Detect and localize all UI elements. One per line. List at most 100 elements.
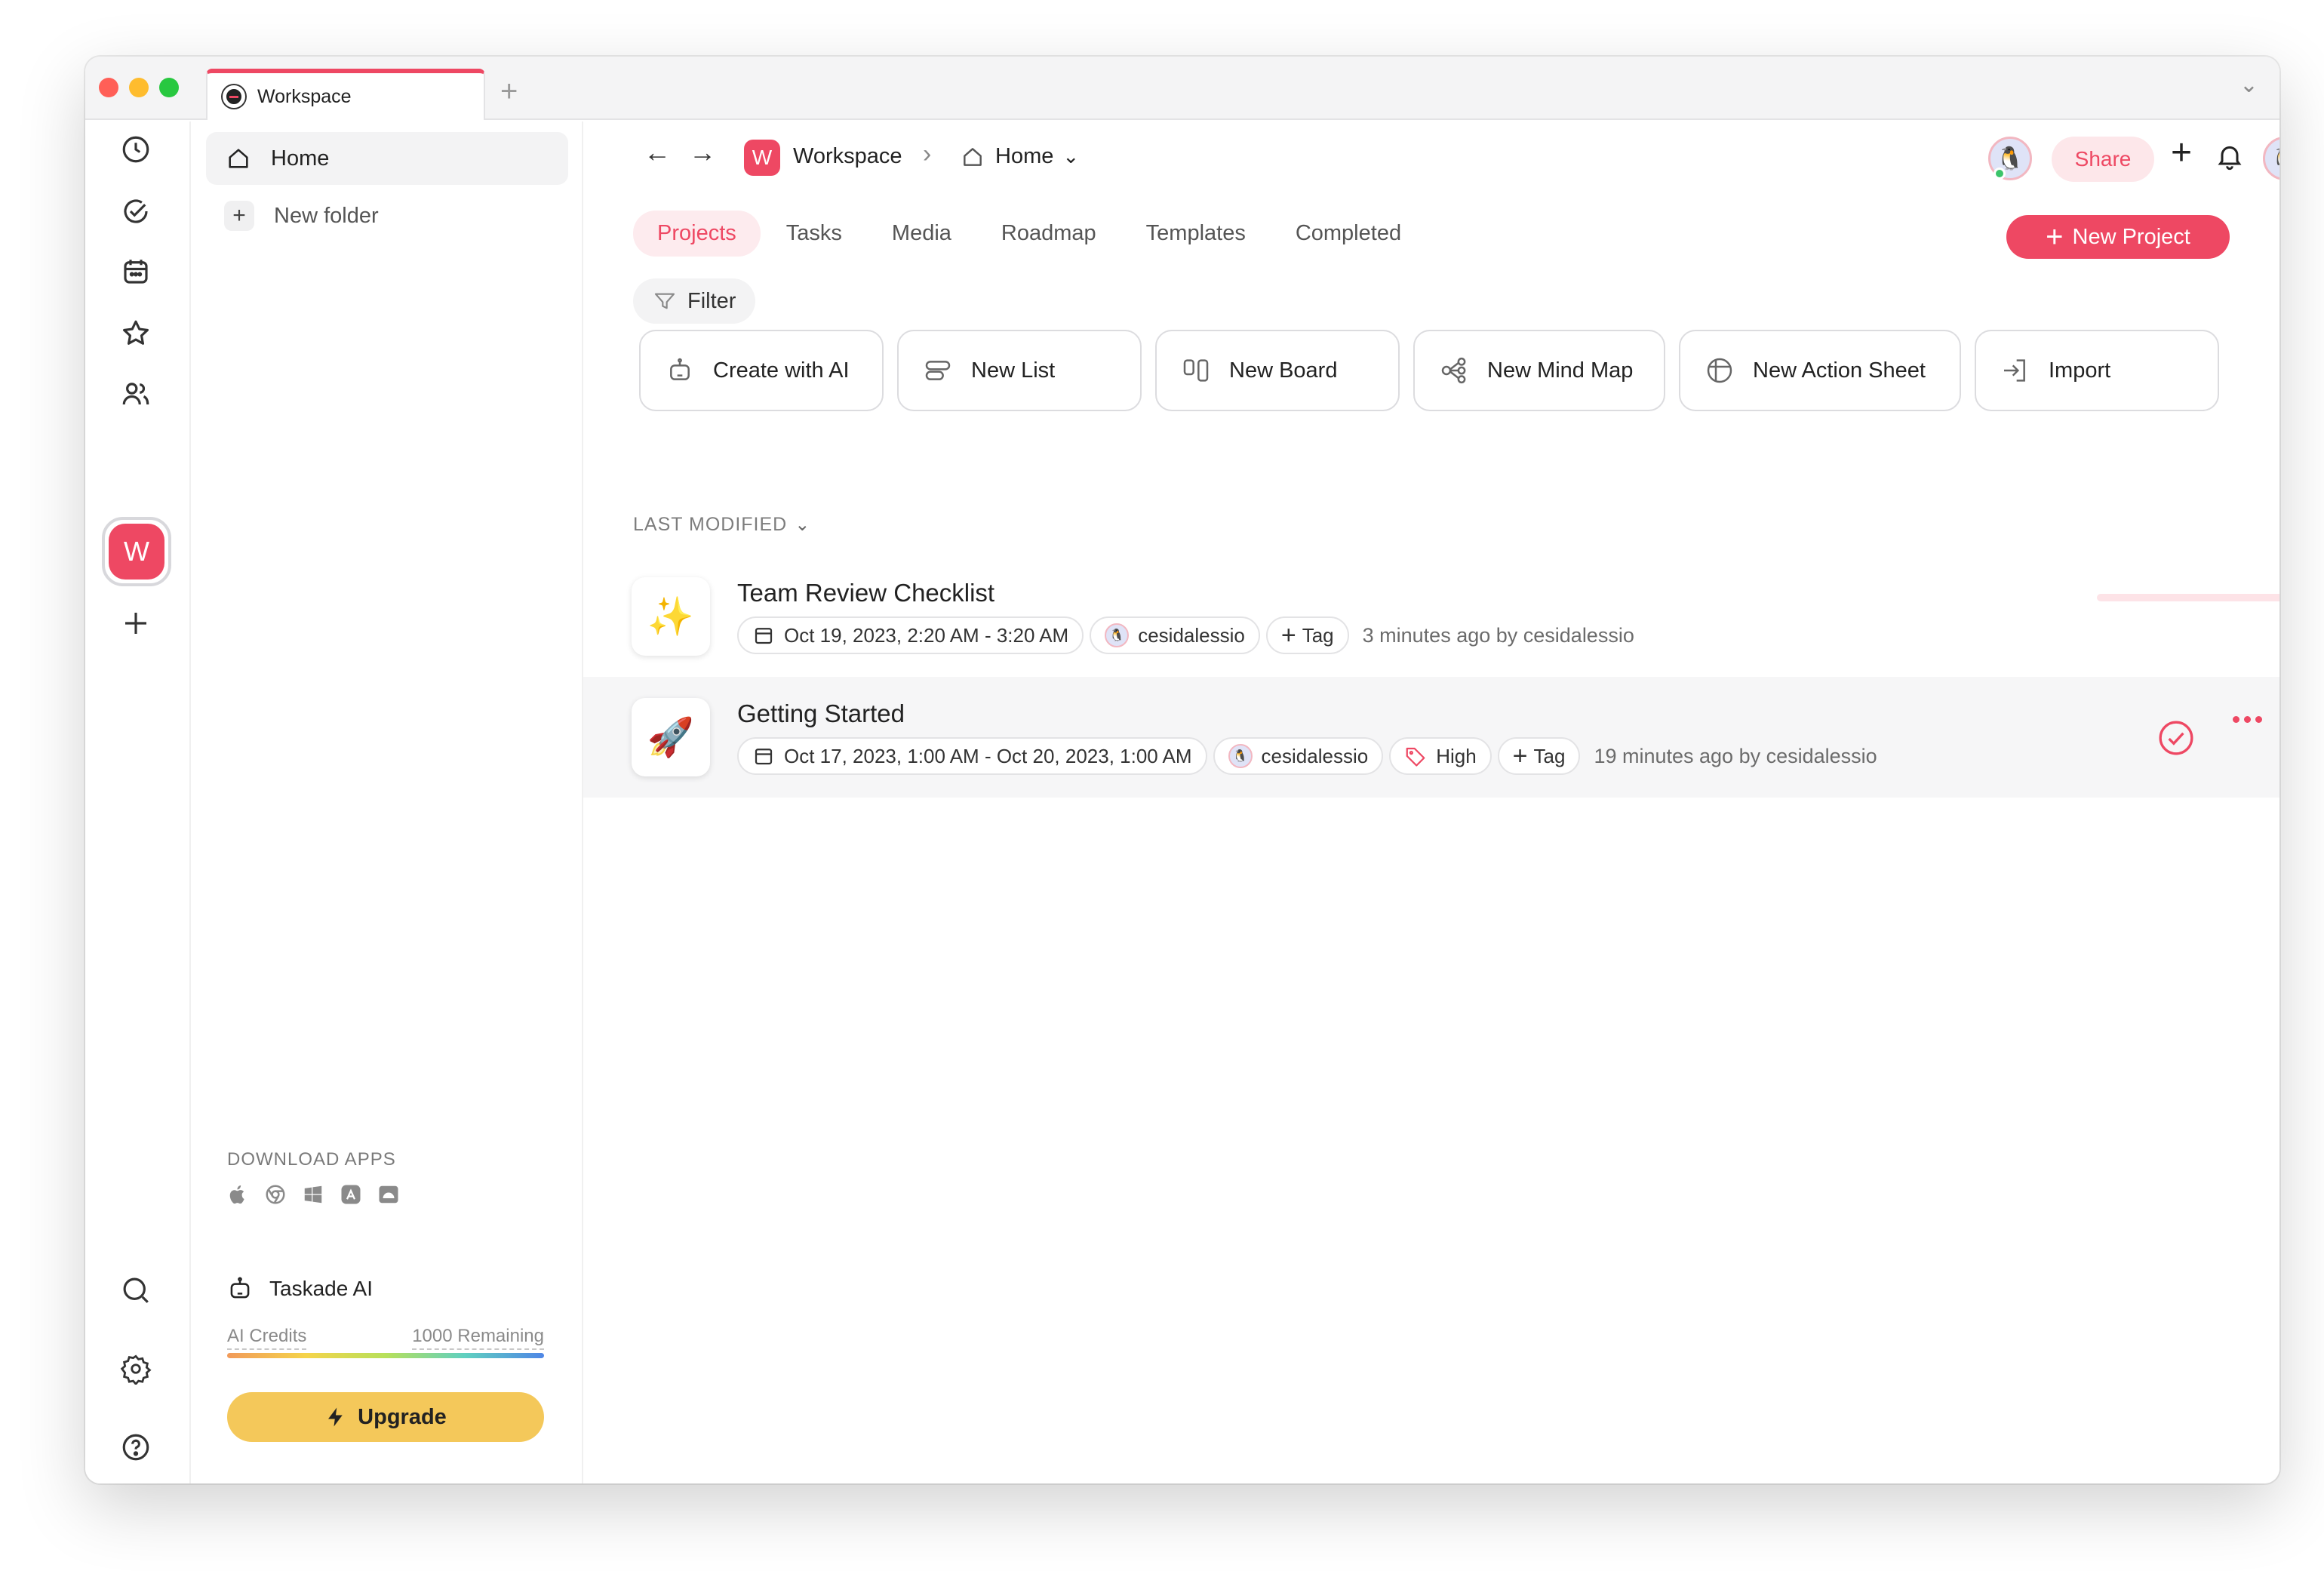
project-meta: Oct 17, 2023, 1:00 AM - Oct 20, 2023, 1:… bbox=[737, 737, 1877, 775]
date-chip[interactable]: Oct 19, 2023, 2:20 AM - 3:20 AM bbox=[737, 616, 1084, 654]
taskade-ai-row[interactable]: Taskade AI bbox=[226, 1274, 373, 1303]
chrome-icon[interactable] bbox=[263, 1182, 287, 1207]
sort-dropdown[interactable]: LAST MODIFIED ⌄ bbox=[633, 514, 810, 536]
title-bar: Workspace + ⌄ bbox=[85, 57, 2279, 120]
home-icon bbox=[964, 147, 982, 166]
priority-chip[interactable]: High bbox=[1389, 737, 1492, 775]
upgrade-label: Upgrade bbox=[358, 1404, 447, 1429]
browser-tab[interactable]: Workspace bbox=[206, 69, 485, 120]
upgrade-button[interactable]: Upgrade bbox=[227, 1392, 544, 1442]
penguin-avatar-icon: 🐧 bbox=[2270, 146, 2279, 172]
sidebar: Home + New folder DOWNLOAD APPS Taskade … bbox=[191, 121, 583, 1483]
tag-label: Tag bbox=[1533, 744, 1566, 767]
project-title[interactable]: Team Review Checklist bbox=[737, 579, 994, 607]
close-window-button[interactable] bbox=[99, 78, 118, 97]
apple-icon[interactable] bbox=[226, 1182, 250, 1207]
browser-tab-title: Workspace bbox=[257, 85, 352, 107]
minimize-window-button[interactable] bbox=[129, 78, 149, 97]
back-arrow-icon[interactable]: ← bbox=[644, 137, 671, 168]
icon-rail: W bbox=[85, 121, 191, 1483]
create-with-ai-label: Create with AI bbox=[713, 358, 850, 383]
new-mind-map-card[interactable]: New Mind Map bbox=[1413, 330, 1665, 411]
new-board-card[interactable]: New Board bbox=[1155, 330, 1400, 411]
workspace-initial: W bbox=[109, 524, 164, 580]
sidebar-home-label: Home bbox=[271, 146, 330, 171]
user-avatar-icon: 🐧 bbox=[1105, 623, 1130, 647]
new-mind-map-label: New Mind Map bbox=[1487, 358, 1634, 383]
forward-arrow-icon[interactable]: → bbox=[689, 137, 716, 168]
breadcrumb-home[interactable]: Home ⌄ bbox=[961, 144, 1079, 169]
tab-tasks[interactable]: Tasks bbox=[762, 211, 866, 257]
windows-icon[interactable] bbox=[301, 1182, 325, 1207]
app-store-icon[interactable] bbox=[339, 1182, 363, 1207]
tab-templates[interactable]: Templates bbox=[1122, 211, 1270, 257]
chevron-down-icon: ⌄ bbox=[795, 515, 811, 535]
calendar-icon[interactable] bbox=[118, 254, 153, 289]
priority-label: High bbox=[1436, 744, 1477, 767]
plus-icon: + bbox=[224, 201, 254, 231]
new-project-label: New Project bbox=[2072, 224, 2190, 249]
project-row[interactable]: ✨ Team Review Checklist Oct 19, 2023, 2:… bbox=[583, 556, 2279, 677]
import-label: Import bbox=[2049, 358, 2111, 383]
filter-button[interactable]: Filter bbox=[633, 278, 756, 324]
user-avatar-icon: 🐧 bbox=[1228, 744, 1253, 768]
more-options-icon[interactable] bbox=[2233, 716, 2262, 723]
complete-check-icon[interactable] bbox=[2157, 719, 2195, 757]
search-icon[interactable] bbox=[118, 1273, 153, 1308]
ai-credits-label: AI Credits bbox=[227, 1326, 307, 1350]
share-button[interactable]: Share bbox=[2052, 137, 2154, 182]
board-icon bbox=[1183, 359, 1209, 382]
add-workspace-plus-icon[interactable] bbox=[118, 606, 153, 641]
create-with-ai-card[interactable]: Create with AI bbox=[639, 330, 884, 411]
assignee-name: cesidalessio bbox=[1138, 623, 1245, 647]
tab-roadmap[interactable]: Roadmap bbox=[977, 211, 1120, 257]
new-tab-button[interactable]: + bbox=[500, 69, 518, 114]
workspace-avatar[interactable]: W bbox=[102, 517, 171, 586]
help-icon[interactable] bbox=[118, 1430, 153, 1465]
sort-label: LAST MODIFIED bbox=[633, 514, 788, 535]
app-window: Workspace + ⌄ W Home + New folder DOWNLO… bbox=[85, 57, 2279, 1483]
project-row[interactable]: 🚀 Getting Started Oct 17, 2023, 1:00 AM … bbox=[583, 677, 2279, 798]
android-icon[interactable] bbox=[377, 1182, 401, 1207]
project-meta: Oct 19, 2023, 2:20 AM - 3:20 AM 🐧 cesida… bbox=[737, 616, 1634, 654]
ai-credits-bar bbox=[227, 1353, 544, 1358]
sidebar-item-home[interactable]: Home bbox=[206, 132, 568, 185]
tab-list-chevron-icon[interactable]: ⌄ bbox=[2239, 72, 2258, 98]
sidebar-new-folder[interactable]: + New folder bbox=[206, 191, 568, 241]
main-content: ← → W Workspace › Home ⌄ 🐧 Share + 🐧 Pro… bbox=[583, 121, 2279, 1483]
tab-media[interactable]: Media bbox=[868, 211, 976, 257]
add-tag-chip[interactable]: + Tag bbox=[1497, 737, 1581, 775]
assignee-chip[interactable]: 🐧 cesidalessio bbox=[1090, 616, 1260, 654]
new-action-sheet-card[interactable]: New Action Sheet bbox=[1679, 330, 1961, 411]
project-title[interactable]: Getting Started bbox=[737, 699, 905, 728]
tab-projects[interactable]: Projects bbox=[633, 211, 761, 257]
collaborator-avatar[interactable]: 🐧 bbox=[1988, 137, 2032, 180]
project-date: Oct 19, 2023, 2:20 AM - 3:20 AM bbox=[784, 623, 1069, 647]
user-avatar[interactable]: 🐧 bbox=[2263, 137, 2279, 180]
clock-icon[interactable] bbox=[118, 132, 153, 167]
import-card[interactable]: Import bbox=[1975, 330, 2219, 411]
sparkles-project-icon: ✨ bbox=[632, 577, 710, 656]
check-circle-icon[interactable] bbox=[118, 194, 153, 229]
new-board-label: New Board bbox=[1229, 358, 1338, 383]
star-icon[interactable] bbox=[118, 316, 153, 351]
taskade-ai-label: Taskade AI bbox=[269, 1277, 373, 1300]
calendar-icon bbox=[755, 628, 773, 644]
breadcrumb-workspace-badge[interactable]: W bbox=[744, 140, 780, 176]
breadcrumb-workspace[interactable]: Workspace bbox=[793, 144, 902, 169]
users-icon[interactable] bbox=[118, 377, 153, 411]
settings-icon[interactable] bbox=[118, 1351, 153, 1386]
date-chip[interactable]: Oct 17, 2023, 1:00 AM - Oct 20, 2023, 1:… bbox=[737, 737, 1207, 775]
new-project-button[interactable]: + New Project bbox=[2006, 215, 2230, 259]
tab-completed[interactable]: Completed bbox=[1271, 211, 1425, 257]
project-progress-bar bbox=[2097, 594, 2279, 601]
rocket-project-icon: 🚀 bbox=[632, 698, 710, 776]
last-modified-text: 3 minutes ago by cesidalessio bbox=[1362, 623, 1634, 647]
home-icon bbox=[229, 149, 248, 168]
new-list-card[interactable]: New List bbox=[897, 330, 1142, 411]
bell-icon[interactable] bbox=[2215, 140, 2245, 173]
add-plus-icon[interactable]: + bbox=[2171, 132, 2192, 174]
add-tag-chip[interactable]: + Tag bbox=[1265, 616, 1349, 654]
assignee-chip[interactable]: 🐧 cesidalessio bbox=[1213, 737, 1384, 775]
maximize-window-button[interactable] bbox=[159, 78, 179, 97]
